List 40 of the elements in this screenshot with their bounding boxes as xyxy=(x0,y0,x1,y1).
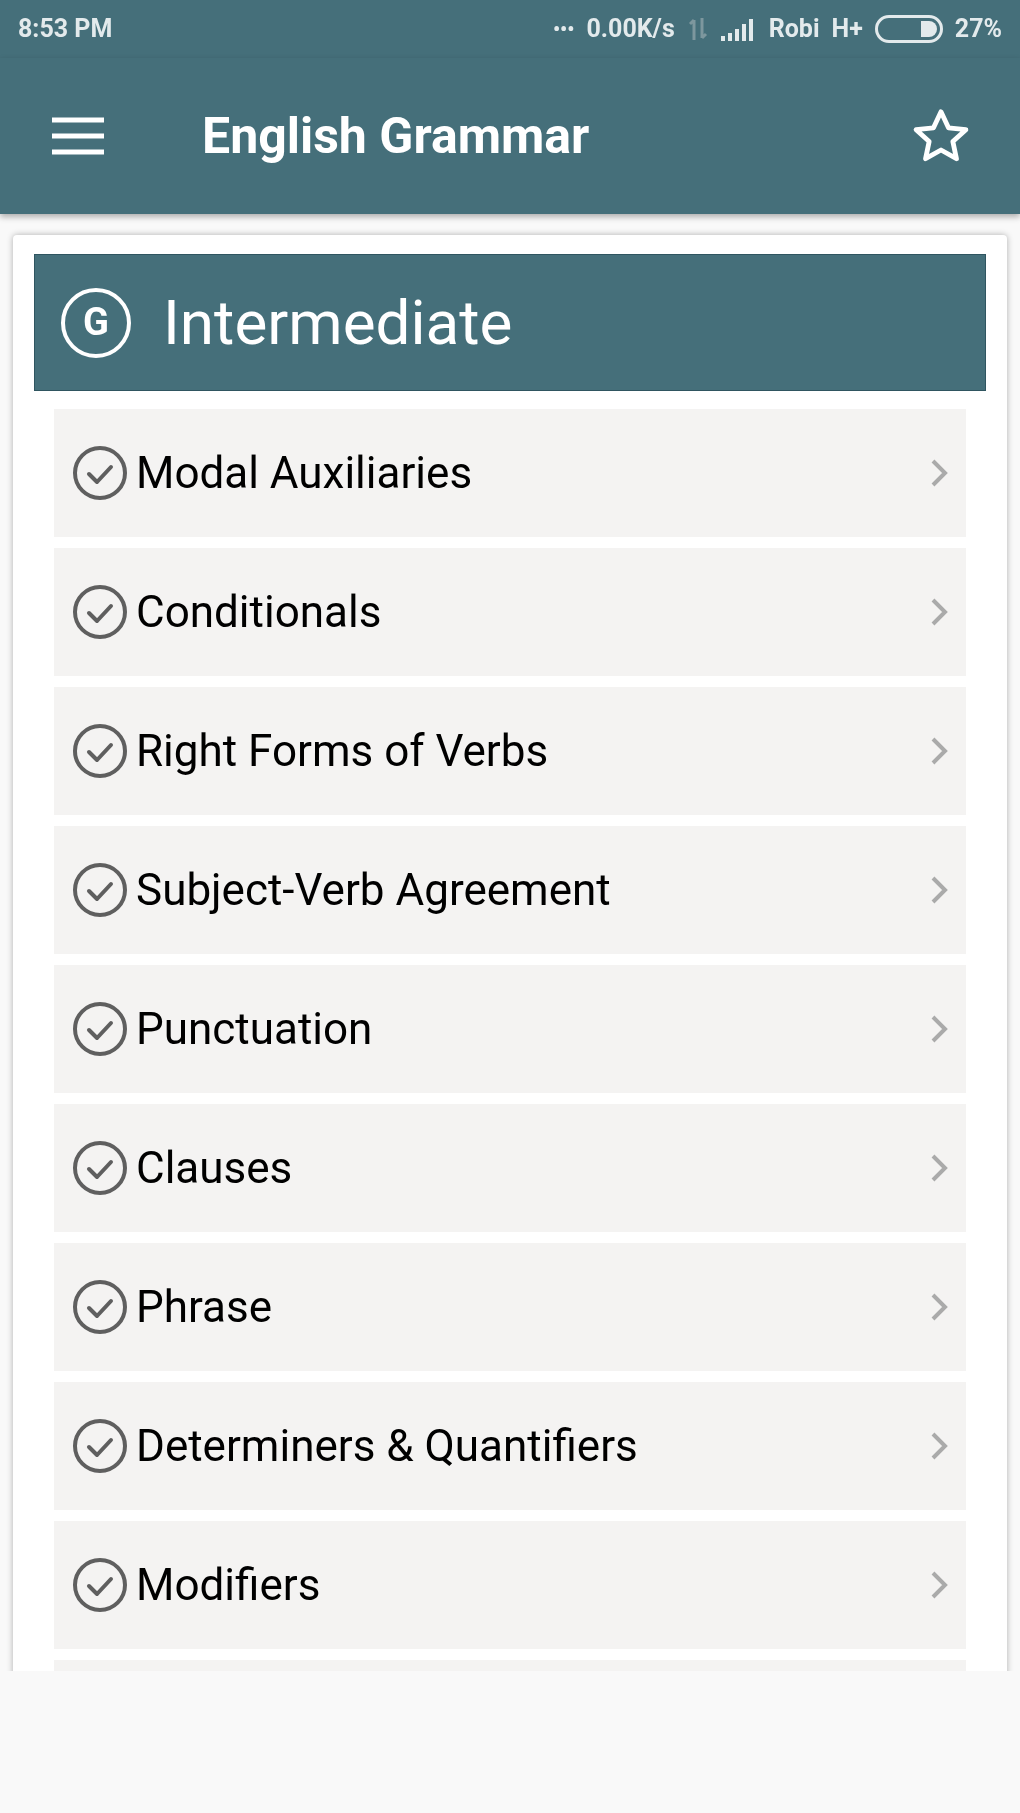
lesson-item[interactable]: Phrase xyxy=(54,1243,966,1371)
lesson-title: Phrase xyxy=(136,1280,273,1335)
lesson-title: Subject-Verb Agreement xyxy=(136,863,611,918)
chevron-right-icon xyxy=(930,875,948,905)
app-title: English Grammar xyxy=(202,105,590,167)
star-icon[interactable] xyxy=(912,108,970,164)
chevron-right-icon xyxy=(930,1014,948,1044)
lesson-title: Punctuation xyxy=(136,1002,373,1057)
lesson-item[interactable]: Subject-Verb Agreement xyxy=(54,826,966,954)
lesson-title: Modal Auxiliaries xyxy=(136,446,473,501)
section-title: Intermediate xyxy=(163,285,513,361)
section-badge: G xyxy=(61,287,131,358)
data-arrows-icon xyxy=(686,16,709,42)
chevron-right-icon xyxy=(930,1570,948,1600)
network-type: H+ xyxy=(831,13,863,46)
chevron-right-icon xyxy=(930,458,948,488)
carrier-name: Robi xyxy=(768,13,820,46)
battery-level: 27% xyxy=(954,13,1002,46)
lesson-item[interactable]: Right Forms of Verbs xyxy=(54,687,966,815)
chevron-right-icon xyxy=(930,1292,948,1322)
status-dots: ••• xyxy=(552,16,575,43)
network-speed: 0.00K/s xyxy=(586,13,675,46)
chevron-right-icon xyxy=(930,1153,948,1183)
battery-icon xyxy=(874,15,943,43)
lesson-title: Clauses xyxy=(136,1141,293,1196)
status-time: 8:53 PM xyxy=(18,13,113,46)
lesson-item[interactable]: Punctuation xyxy=(54,965,966,1093)
lesson-item[interactable]: Modal Auxiliaries xyxy=(54,409,966,537)
lesson-title: Conditionals xyxy=(136,585,382,640)
lesson-title: Right Forms of Verbs xyxy=(136,724,549,779)
menu-icon[interactable] xyxy=(50,117,106,155)
lesson-title: Determiners & Quantifiers xyxy=(136,1419,638,1474)
lesson-title: Modifiers xyxy=(136,1558,321,1613)
chevron-right-icon xyxy=(930,736,948,766)
lesson-item[interactable]: Conditionals xyxy=(54,548,966,676)
chevron-right-icon xyxy=(930,1431,948,1461)
chevron-right-icon xyxy=(930,597,948,627)
lesson-item[interactable]: Modifiers xyxy=(54,1521,966,1649)
lesson-item[interactable]: Determiners & Quantifiers xyxy=(54,1382,966,1510)
lesson-item[interactable]: Clauses xyxy=(54,1104,966,1232)
